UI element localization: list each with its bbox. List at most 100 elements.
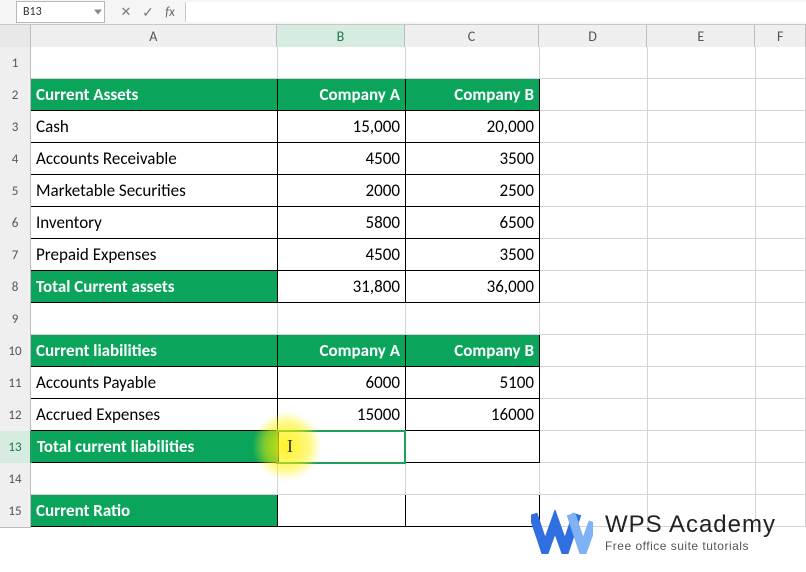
- cell-B15[interactable]: [278, 495, 406, 527]
- cell-F4[interactable]: [756, 143, 806, 175]
- formula-input[interactable]: [185, 2, 806, 22]
- cell-F2[interactable]: [756, 79, 806, 111]
- cell-A6[interactable]: Inventory: [31, 207, 278, 239]
- cell-D15[interactable]: [540, 495, 648, 527]
- cell-C2[interactable]: Company B: [406, 79, 540, 111]
- cell-A3[interactable]: Cash: [31, 111, 278, 143]
- cell-C9[interactable]: [406, 303, 540, 335]
- cell-D4[interactable]: [540, 143, 648, 175]
- cell-C14[interactable]: [406, 463, 540, 495]
- cell-B11[interactable]: 6000: [278, 367, 406, 399]
- name-box[interactable]: B13: [16, 1, 105, 23]
- cell-A9[interactable]: [31, 303, 278, 335]
- fx-icon[interactable]: fx: [159, 2, 181, 22]
- cell-D6[interactable]: [540, 207, 648, 239]
- col-header-F[interactable]: F: [755, 25, 806, 48]
- cell-D13[interactable]: [540, 431, 648, 463]
- col-header-E[interactable]: E: [647, 25, 755, 48]
- cell-E9[interactable]: [648, 303, 756, 335]
- cell-C7[interactable]: 3500: [406, 239, 540, 271]
- cell-F10[interactable]: [756, 335, 806, 367]
- cell-D10[interactable]: [540, 335, 648, 367]
- cancel-icon[interactable]: ✕: [115, 2, 137, 22]
- cell-D5[interactable]: [540, 175, 648, 207]
- cell-E5[interactable]: [648, 175, 756, 207]
- cell-E7[interactable]: [648, 239, 756, 271]
- cell-D11[interactable]: [540, 367, 648, 399]
- accept-icon[interactable]: ✓: [137, 2, 159, 22]
- cell-B1[interactable]: [278, 47, 406, 79]
- cell-D2[interactable]: [540, 79, 648, 111]
- select-all-corner[interactable]: [0, 25, 31, 48]
- cell-C10[interactable]: Company B: [406, 335, 540, 367]
- cell-B7[interactable]: 4500: [278, 239, 406, 271]
- cell-F6[interactable]: [756, 207, 806, 239]
- cell-D14[interactable]: [540, 463, 648, 495]
- cell-B10[interactable]: Company A: [278, 335, 406, 367]
- col-header-B[interactable]: B: [277, 25, 405, 49]
- col-header-A[interactable]: A: [31, 25, 277, 48]
- row-header[interactable]: 10: [0, 335, 31, 368]
- cell-E8[interactable]: [648, 271, 756, 303]
- cell-A4[interactable]: Accounts Receivable: [31, 143, 278, 175]
- cell-C13[interactable]: [406, 431, 540, 463]
- row-header[interactable]: 11: [0, 367, 31, 400]
- cell-D3[interactable]: [540, 111, 648, 143]
- cell-C3[interactable]: 20,000: [406, 111, 540, 143]
- cell-B2[interactable]: Company A: [278, 79, 406, 111]
- row-header[interactable]: 8: [0, 271, 31, 304]
- cell-E4[interactable]: [648, 143, 756, 175]
- row-header[interactable]: 7: [0, 239, 31, 272]
- cell-F9[interactable]: [756, 303, 806, 335]
- cell-B14[interactable]: [278, 463, 406, 495]
- row-header[interactable]: 15: [0, 495, 31, 528]
- cell-A14[interactable]: [31, 463, 278, 495]
- cell-C15[interactable]: [406, 495, 540, 527]
- cell-B13[interactable]: [279, 431, 407, 463]
- cell-A11[interactable]: Accounts Payable: [31, 367, 278, 399]
- cell-C12[interactable]: 16000: [406, 399, 540, 431]
- cell-A5[interactable]: Marketable Securities: [31, 175, 278, 207]
- cell-A13[interactable]: Total current liabilities: [32, 431, 279, 463]
- cell-F3[interactable]: [756, 111, 806, 143]
- cell-B8[interactable]: 31,800: [278, 271, 406, 303]
- row-header[interactable]: 2: [0, 79, 31, 112]
- cell-C8[interactable]: 36,000: [406, 271, 540, 303]
- spreadsheet-grid[interactable]: ABCDEF 12Current AssetsCompany ACompany …: [0, 25, 806, 527]
- cell-C11[interactable]: 5100: [406, 367, 540, 399]
- cell-D9[interactable]: [540, 303, 648, 335]
- cell-F8[interactable]: [756, 271, 806, 303]
- row-header[interactable]: 3: [0, 111, 31, 144]
- cell-E15[interactable]: [648, 495, 756, 527]
- cell-C5[interactable]: 2500: [406, 175, 540, 207]
- cell-E6[interactable]: [648, 207, 756, 239]
- cell-F11[interactable]: [756, 367, 806, 399]
- cell-F7[interactable]: [756, 239, 806, 271]
- cell-B12[interactable]: 15000: [278, 399, 406, 431]
- cell-E2[interactable]: [648, 79, 756, 111]
- cell-C1[interactable]: [406, 47, 540, 79]
- row-header[interactable]: 9: [0, 303, 31, 336]
- cell-B5[interactable]: 2000: [278, 175, 406, 207]
- cell-E14[interactable]: [648, 463, 756, 495]
- cell-A7[interactable]: Prepaid Expenses: [31, 239, 278, 271]
- cell-F13[interactable]: [756, 431, 806, 463]
- cell-E11[interactable]: [648, 367, 756, 399]
- col-header-D[interactable]: D: [539, 25, 647, 48]
- cell-E13[interactable]: [648, 431, 756, 463]
- cell-C4[interactable]: 3500: [406, 143, 540, 175]
- cell-A2[interactable]: Current Assets: [31, 79, 278, 111]
- chevron-down-icon[interactable]: [94, 10, 102, 15]
- cell-B6[interactable]: 5800: [278, 207, 406, 239]
- cell-F12[interactable]: [756, 399, 806, 431]
- cell-F5[interactable]: [756, 175, 806, 207]
- row-header[interactable]: 6: [0, 207, 31, 240]
- row-header[interactable]: 14: [0, 463, 31, 496]
- row-header[interactable]: 5: [0, 175, 31, 208]
- cell-F15[interactable]: [756, 495, 806, 527]
- cell-F1[interactable]: [756, 47, 806, 79]
- cell-A12[interactable]: Accrued Expenses: [31, 399, 278, 431]
- cell-A10[interactable]: Current liabilities: [31, 335, 278, 367]
- cell-F14[interactable]: [756, 463, 806, 495]
- cell-D1[interactable]: [540, 47, 648, 79]
